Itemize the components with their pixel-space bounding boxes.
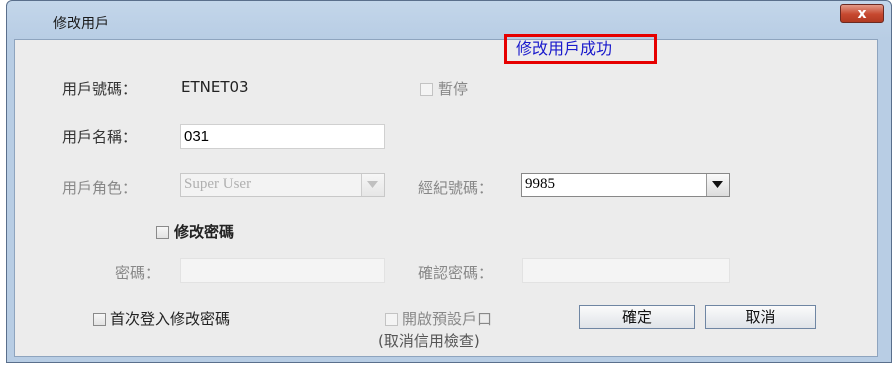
user-role-value: Super User [184, 176, 252, 192]
chevron-down-icon [361, 174, 384, 196]
confirm-password-label: 確認密碼： [418, 264, 494, 282]
broker-no-value: 9985 [525, 176, 555, 192]
ok-button[interactable]: 確定 [579, 305, 695, 329]
first-login-change-label: 首次登入修改密碼 [110, 310, 231, 328]
open-default-account-note: (取消信用檢查) [378, 332, 480, 350]
user-name-label: 用戶名稱： [62, 128, 138, 146]
window-title: 修改用戶 [53, 16, 109, 32]
user-role-select[interactable]: Super User [180, 173, 385, 197]
first-login-change-checkbox[interactable] [93, 313, 106, 326]
user-name-input[interactable] [180, 124, 385, 149]
dialog-body: 用戶號碼： ETNET03 暫停 用戶名稱： 用戶角色： Super User … [14, 39, 878, 357]
broker-no-select[interactable]: 9985 [521, 173, 730, 197]
user-id-value: ETNET03 [181, 78, 249, 96]
change-password-label: 修改密碼 [174, 223, 235, 241]
suspend-checkbox[interactable] [420, 83, 433, 96]
status-message: 修改用戶成功 [504, 34, 657, 64]
chevron-down-icon [706, 174, 729, 196]
user-role-label: 用戶角色： [62, 179, 138, 197]
edit-user-dialog: 修改用戶 x 用戶號碼： ETNET03 暫停 用戶名稱： 用戶角色： Supe… [6, 0, 892, 363]
open-default-account-label: 開啟預設戶口 [402, 310, 493, 328]
suspend-label: 暫停 [438, 80, 469, 98]
close-button[interactable]: x [840, 4, 884, 23]
confirm-password-field[interactable] [522, 258, 730, 283]
user-id-label: 用戶號碼： [62, 80, 138, 98]
cancel-button[interactable]: 取消 [705, 305, 816, 329]
password-field[interactable] [180, 258, 385, 283]
change-password-checkbox[interactable] [156, 226, 169, 239]
open-default-account-checkbox[interactable] [385, 313, 398, 326]
title-bar[interactable]: 修改用戶 x [7, 1, 891, 39]
broker-no-label: 經紀號碼： [418, 179, 494, 197]
password-label: 密碼： [115, 264, 161, 282]
